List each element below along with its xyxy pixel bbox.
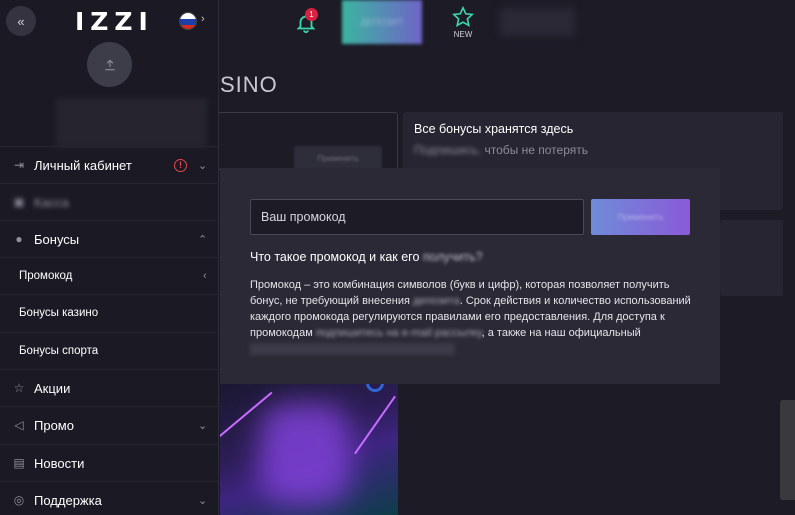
sidebar-item-bonuses[interactable]: ● Бонусы ⌃ [0,220,219,257]
sidebar: « IZZI › ⇥ Личный кабинет ! ⌄ ▣ Касса ● … [0,0,219,515]
upload-icon [104,59,115,70]
sidebar-subitem-sport-bonuses[interactable]: Бонусы спорта [0,332,219,369]
star-outline-icon: ☆ [13,381,25,395]
sidebar-item-label: Касса [34,194,70,210]
question-text: Что такое промокод и как его [250,250,423,264]
sidebar-item-promo[interactable]: ◁ Промо ⌄ [0,406,219,443]
chevron-down-icon: ⌄ [198,419,208,432]
chevron-right-icon[interactable]: › [201,13,205,25]
sidebar-item-label: Личный кабинет [34,157,132,173]
promocode-input[interactable] [250,199,584,235]
promocode-description: Промокод – это комбинация символов (букв… [250,277,700,357]
sidebar-item-account[interactable]: ⇥ Личный кабинет ! ⌄ [0,146,219,183]
support-icon: ◎ [13,493,25,507]
chevron-down-icon: ⌄ [198,159,208,172]
deposit-button[interactable]: ДЕПОЗИТ [342,0,422,44]
subscribe-link[interactable]: Подпишись, [414,143,481,157]
wallet-icon: ▣ [13,195,25,209]
avatar-upload[interactable] [87,42,132,87]
sidebar-item-label: Поддержка [34,492,102,508]
megaphone-icon: ◁ [14,418,24,432]
game-tile[interactable] [220,384,398,515]
game-tile-glow [260,404,350,504]
subscribe-email-link[interactable]: подпишитесь на е-mail рассылку [316,327,482,339]
question-link[interactable]: получить? [423,250,483,264]
game-tile-streak [354,395,396,455]
chevron-left-icon: ‹ [203,270,207,282]
coins-icon: ● [15,232,23,246]
side-card [720,220,783,296]
double-chevron-left-icon: « [17,13,25,29]
sidebar-subitem-promocode[interactable]: Промокод ‹ [0,257,219,294]
sidebar-item-label: Бонусы казино [19,307,99,319]
star-icon[interactable] [450,6,476,28]
bonus-storage-title: Все бонусы хранятся здесь [414,122,574,136]
card-apply-button[interactable]: Применить [294,146,382,170]
sidebar-subitem-casino-bonuses[interactable]: Бонусы казино [0,294,219,331]
chevron-down-icon: ⌄ [198,494,208,507]
sidebar-item-cashier[interactable]: ▣ Касса [0,183,219,220]
description-text: , а также на наш официальный [481,327,641,339]
sidebar-item-label: Промокод [19,270,73,282]
description-blurred: депозита [412,295,460,307]
chevron-up-icon: ⌃ [198,233,208,246]
sidebar-item-label: Бонусы спорта [19,345,99,357]
user-info-blurred [56,98,207,148]
subtitle-text: чтобы не потерять [481,143,588,157]
promocode-question: Что такое промокод и как его получить? [250,250,483,264]
apply-button-label: Применить [617,212,664,222]
sidebar-item-promotions[interactable]: ☆ Акции [0,369,219,406]
header-blurred-area [500,8,575,36]
bonus-storage-subtitle: Подпишись, чтобы не потерять [414,143,588,157]
page-title: SINO [220,72,278,97]
newspaper-icon: ▤ [13,456,25,470]
russia-flag-icon[interactable] [179,12,197,30]
social-link-blurred[interactable] [250,343,455,356]
sidebar-item-news[interactable]: ▤ Новости [0,444,219,481]
sidebar-item-label: Акции [34,380,71,396]
sidebar-item-label: Новости [34,455,85,471]
notification-badge: 1 [305,8,318,21]
collapse-sidebar-button[interactable]: « [6,6,36,36]
sidebar-item-support[interactable]: ◎ Поддержка ⌄ [0,481,219,515]
sidebar-item-label: Промо [34,417,74,433]
logo[interactable]: IZZI [75,7,154,36]
apply-promocode-button[interactable]: Применить [591,199,690,235]
edge-widget[interactable] [780,400,795,500]
warning-icon: ! [174,158,187,172]
sidebar-item-label: Бонусы [34,231,80,247]
new-label: NEW [453,30,473,39]
login-icon: ⇥ [13,158,25,172]
